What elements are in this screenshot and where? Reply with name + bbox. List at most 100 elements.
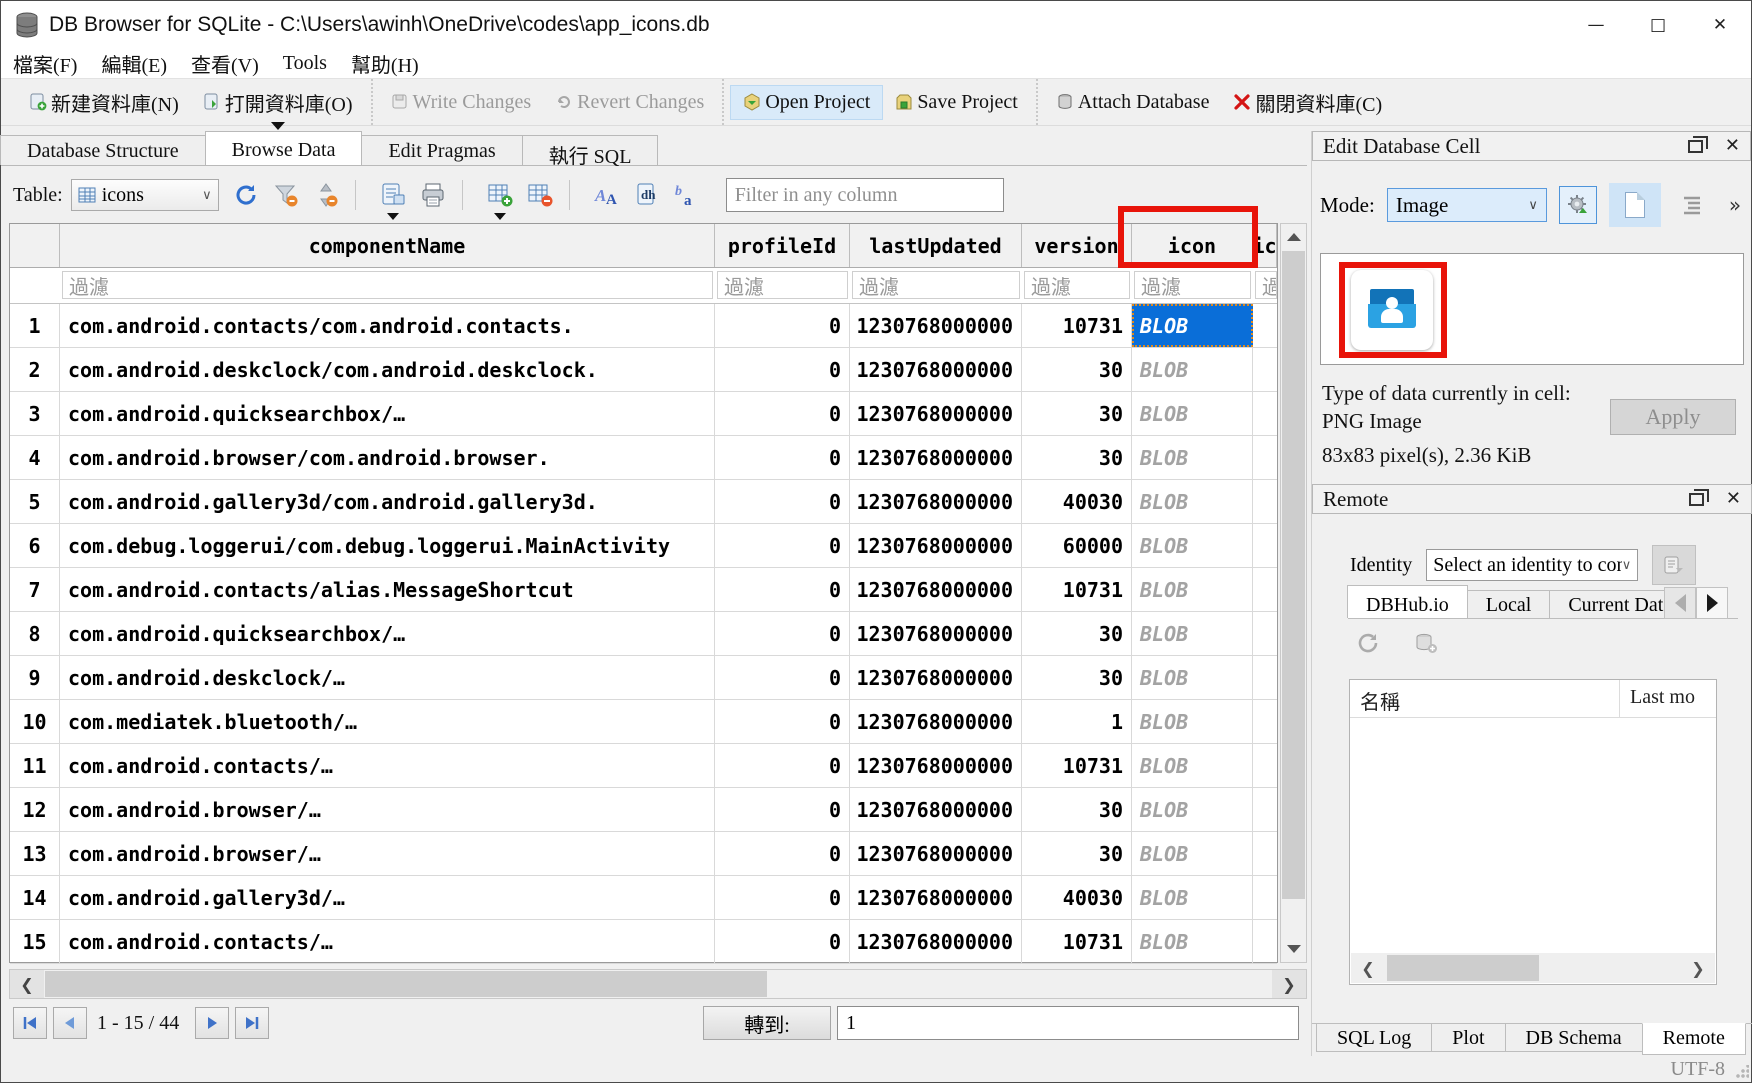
cell-partial[interactable] [1253, 700, 1277, 743]
close-panel-icon[interactable]: ✕ [1725, 137, 1740, 155]
cell-componentName[interactable]: com.android.contacts/alias.MessageShortc… [60, 568, 715, 611]
cell-profileId[interactable]: 0 [715, 700, 850, 743]
cell-profileId[interactable]: 0 [715, 568, 850, 611]
cell-version[interactable]: 10731 [1022, 304, 1132, 347]
next-page-button[interactable] [195, 1007, 229, 1039]
tab-scroll-right-button[interactable] [1696, 587, 1728, 619]
dock-tab[interactable]: Remote [1642, 1023, 1746, 1055]
main-tab[interactable]: Browse Data [205, 131, 363, 165]
import-data-button[interactable] [1559, 186, 1597, 224]
save-results-dropdown-icon[interactable] [387, 213, 399, 220]
cell-profileId[interactable]: 0 [715, 920, 850, 963]
row-number[interactable]: 1 [10, 304, 60, 347]
float-panel-icon[interactable] [1688, 140, 1703, 153]
cell-partial[interactable] [1253, 744, 1277, 787]
cell-lastUpdated[interactable]: 1230768000000 [850, 656, 1022, 699]
cell-partial[interactable] [1253, 920, 1277, 963]
tab-scroll-left-button[interactable] [1664, 587, 1696, 619]
cell-version[interactable]: 30 [1022, 436, 1132, 479]
cell-version[interactable]: 10731 [1022, 744, 1132, 787]
float-panel-icon[interactable] [1689, 493, 1704, 506]
grid-vertical-scrollbar[interactable] [1280, 223, 1307, 963]
cell-partial[interactable] [1253, 392, 1277, 435]
resize-grip[interactable] [1735, 1065, 1749, 1079]
goto-input[interactable] [837, 1006, 1299, 1040]
filter-componentName[interactable]: 過濾 [62, 271, 713, 299]
cell-partial[interactable] [1253, 876, 1277, 919]
cell-partial[interactable] [1253, 436, 1277, 479]
identity-select[interactable]: Select an identity to conne ∨ [1426, 549, 1638, 581]
cell-version[interactable]: 10731 [1022, 568, 1132, 611]
cell-lastUpdated[interactable]: 1230768000000 [850, 920, 1022, 963]
cell-icon-blob[interactable]: BLOB [1132, 348, 1253, 391]
clear-sort-button[interactable] [313, 182, 339, 208]
cell-lastUpdated[interactable]: 1230768000000 [850, 700, 1022, 743]
cell-profileId[interactable]: 0 [715, 832, 850, 875]
scroll-left-button[interactable]: ❮ [1351, 959, 1385, 978]
horizontal-scroll-thumb[interactable] [45, 971, 767, 997]
cell-profileId[interactable]: 0 [715, 348, 850, 391]
cell-partial[interactable] [1253, 348, 1277, 391]
cell-profileId[interactable]: 0 [715, 304, 850, 347]
cell-version[interactable]: 30 [1022, 832, 1132, 875]
row-number[interactable]: 2 [10, 348, 60, 391]
scroll-up-button[interactable] [1281, 224, 1306, 250]
text-view-button[interactable] [1609, 183, 1661, 227]
sort-text-button[interactable]: AA [594, 182, 620, 208]
close-database-button[interactable]: 關閉資料庫(C) [1221, 83, 1394, 122]
cell-partial[interactable] [1253, 568, 1277, 611]
cell-version[interactable]: 60000 [1022, 524, 1132, 567]
main-tab[interactable]: Database Structure [0, 135, 206, 165]
first-page-button[interactable] [13, 1007, 47, 1039]
row-number[interactable]: 15 [10, 920, 60, 963]
replace-text-button[interactable]: ba [674, 182, 700, 208]
cell-componentName[interactable]: com.android.quicksearchbox/… [60, 612, 715, 655]
cell-componentName[interactable]: com.android.gallery3d/com.android.galler… [60, 480, 715, 523]
cell-icon-blob[interactable]: BLOB [1132, 744, 1253, 787]
cell-profileId[interactable]: 0 [715, 876, 850, 919]
cell-lastUpdated[interactable]: 1230768000000 [850, 612, 1022, 655]
remote-tab[interactable]: DBHub.io [1347, 585, 1468, 618]
global-filter-input[interactable] [726, 178, 1004, 212]
insert-record-button[interactable] [487, 182, 513, 208]
row-number[interactable]: 6 [10, 524, 60, 567]
header-version[interactable]: version [1022, 224, 1132, 267]
revert-changes-button[interactable]: Revert Changes [543, 86, 716, 119]
row-number[interactable]: 7 [10, 568, 60, 611]
refresh-button[interactable] [233, 182, 259, 208]
cell-componentName[interactable]: com.android.contacts/… [60, 744, 715, 787]
remote-list-header-modified[interactable]: Last mo [1620, 680, 1716, 717]
remote-list-scrollbar[interactable]: ❮ ❯ [1351, 953, 1715, 983]
cell-componentName[interactable]: com.android.quicksearchbox/… [60, 392, 715, 435]
vertical-scroll-thumb[interactable] [1282, 251, 1305, 899]
mode-select[interactable]: Image ∨ [1387, 188, 1547, 222]
table-select[interactable]: icons ∨ [71, 179, 219, 211]
toolbar-overflow-icon[interactable]: » [1729, 193, 1739, 217]
cell-profileId[interactable]: 0 [715, 744, 850, 787]
remote-list-header-name[interactable]: 名稱 [1350, 680, 1620, 717]
cell-version[interactable]: 30 [1022, 348, 1132, 391]
cell-lastUpdated[interactable]: 1230768000000 [850, 392, 1022, 435]
new-database-button[interactable]: 新建資料庫(N) [17, 83, 191, 122]
row-number[interactable]: 8 [10, 612, 60, 655]
scroll-right-button[interactable]: ❯ [1681, 959, 1715, 978]
menu-item[interactable]: 編輯(E) [89, 47, 179, 80]
grid-horizontal-scrollbar[interactable]: ❮ ❯ [9, 969, 1307, 999]
find-in-cell-button[interactable]: dh [634, 182, 660, 208]
row-number[interactable]: 5 [10, 480, 60, 523]
cell-profileId[interactable]: 0 [715, 436, 850, 479]
header-componentName[interactable]: componentName [60, 224, 715, 267]
header-lastUpdated[interactable]: lastUpdated [850, 224, 1022, 267]
cell-version[interactable]: 30 [1022, 392, 1132, 435]
cell-lastUpdated[interactable]: 1230768000000 [850, 788, 1022, 831]
word-wrap-button[interactable] [1673, 186, 1711, 224]
row-number[interactable]: 14 [10, 876, 60, 919]
attach-database-button[interactable]: Attach Database [1044, 86, 1222, 119]
cell-profileId[interactable]: 0 [715, 480, 850, 523]
cell-componentName[interactable]: com.android.contacts/com.android.contact… [60, 304, 715, 347]
scroll-right-button[interactable]: ❯ [1272, 970, 1306, 998]
row-number[interactable]: 4 [10, 436, 60, 479]
cell-componentName[interactable]: com.debug.loggerui/com.debug.loggerui.Ma… [60, 524, 715, 567]
filter-partial[interactable]: 過濾 [1255, 271, 1277, 299]
open-database-button[interactable]: 打開資料庫(O) [191, 83, 365, 122]
